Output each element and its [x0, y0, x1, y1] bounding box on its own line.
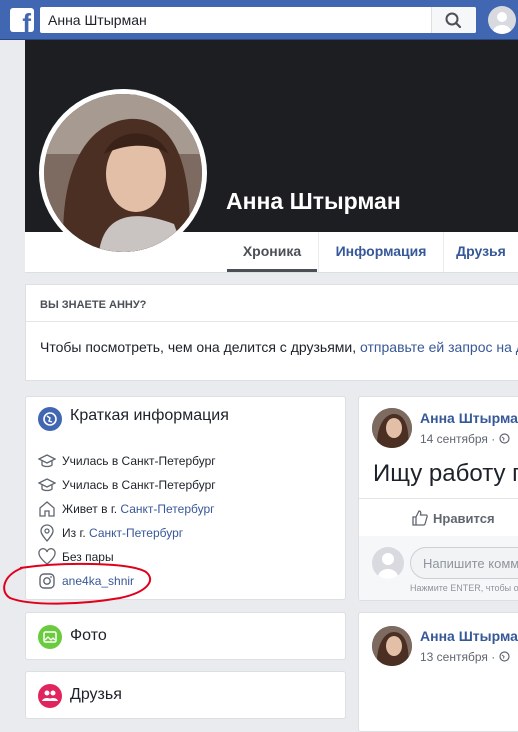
tab-friends[interactable]: Друзья — [444, 232, 518, 272]
post-author-name[interactable]: Анна Штырман — [420, 410, 518, 426]
intro-row-prefix: Живет в г. — [62, 502, 121, 516]
post-date-text: 13 сентября · — [420, 650, 499, 664]
friend-request-prompt: ВЫ ЗНАЕТЕ АННУ? Чтобы посмотреть, чем он… — [25, 284, 518, 381]
comment-placeholder: Напишите комм — [423, 556, 518, 571]
intro-row-prefix: Из г. — [62, 526, 90, 540]
graduation-cap-icon — [38, 478, 56, 492]
profile-name[interactable]: Анна Штырман — [226, 188, 401, 215]
search-button[interactable] — [431, 7, 476, 33]
city-link[interactable]: Санкт-Петербург — [120, 502, 214, 516]
facebook-logo[interactable]: f — [10, 8, 34, 32]
intro-row-text: Из г. Санкт-Петербург — [62, 526, 183, 540]
send-request-link[interactable]: отправьте ей запрос на д — [360, 339, 518, 355]
search-icon — [445, 12, 462, 29]
globe-icon — [498, 651, 510, 662]
tab-info[interactable]: Информация — [319, 232, 443, 272]
location-pin-icon — [40, 524, 54, 542]
divider — [359, 498, 518, 499]
photos-title: Фото — [70, 627, 107, 644]
post-author-name[interactable]: Анна Штырман — [420, 628, 518, 644]
post-author-avatar[interactable] — [372, 626, 412, 666]
home-icon — [39, 501, 55, 517]
commenter-avatar — [372, 547, 404, 579]
friends-card[interactable]: Друзья — [25, 671, 346, 719]
thumbs-up-icon — [412, 510, 428, 526]
search-value: Анна Штырман — [48, 12, 147, 28]
profile-picture[interactable] — [44, 94, 202, 252]
like-button[interactable]: Нравится — [411, 509, 495, 527]
annotation-circle — [3, 562, 152, 605]
intro-row-text: Живет в г. Санкт-Петербург — [62, 502, 215, 516]
city-link[interactable]: Санкт-Петербург — [89, 526, 183, 540]
tab-timeline[interactable]: Хроника — [227, 232, 317, 272]
post-text: Ищу работу п — [373, 460, 518, 487]
intro-title: Краткая информация — [70, 407, 229, 424]
photos-card[interactable]: Фото — [25, 612, 346, 660]
prompt-text: Чтобы посмотреть, чем она делится с друз… — [40, 339, 518, 355]
post-date-text: 14 сентября · — [420, 432, 499, 446]
friends-icon — [38, 684, 62, 708]
comment-input[interactable]: Напишите комм — [410, 547, 518, 579]
prompt-body: Чтобы посмотреть, чем она делится с друз… — [40, 339, 357, 355]
search-input[interactable]: Анна Штырман — [40, 7, 476, 33]
user-avatar[interactable] — [488, 6, 516, 34]
post-date[interactable]: 13 сентября · — [420, 650, 510, 664]
prompt-heading: ВЫ ЗНАЕТЕ АННУ? — [40, 299, 147, 311]
globe-icon — [498, 433, 510, 444]
post: Анна Штырман 14 сентября · Ищу работу п … — [358, 396, 518, 601]
like-label: Нравится — [433, 511, 495, 526]
post-date[interactable]: 14 сентября · — [420, 432, 510, 446]
divider — [26, 321, 518, 322]
photo-icon — [38, 625, 62, 649]
globe-icon — [38, 407, 62, 431]
post: Анна Штырман 13 сентября · — [358, 612, 518, 732]
intro-row-text: Училась в Санкт-Петербург — [62, 478, 216, 492]
friends-title: Друзья — [70, 686, 122, 703]
intro-row-text: Училась в Санкт-Петербург — [62, 454, 216, 468]
comment-hint: Нажмите ENTER, чтобы о — [410, 583, 518, 593]
graduation-cap-icon — [38, 454, 56, 468]
post-author-avatar[interactable] — [372, 408, 412, 448]
